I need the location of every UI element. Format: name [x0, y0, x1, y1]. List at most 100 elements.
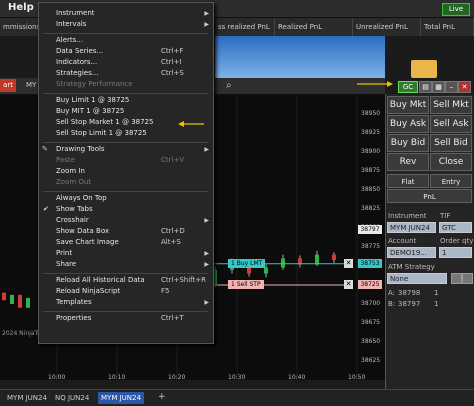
- price-tick-label: 38700: [361, 300, 381, 307]
- column-header[interactable]: Unrealized PnL: [353, 18, 421, 36]
- menu-item-share[interactable]: Share ▶: [39, 260, 213, 271]
- annotation-arrow-gc: [357, 81, 393, 87]
- menu-item-label: Data Series...: [56, 47, 104, 55]
- atm-list-icon[interactable]: [462, 273, 473, 284]
- entry-button[interactable]: Entry: [430, 174, 472, 188]
- pencil-icon: ✎: [42, 145, 48, 153]
- submenu-arrow-icon: ▶: [204, 250, 209, 257]
- menu-item-templates[interactable]: Templates ▶: [39, 298, 213, 309]
- menu-item-shortcut: Ctrl+V: [161, 156, 185, 164]
- chart-trader-icon[interactable]: ▤: [419, 81, 432, 93]
- buy-limit-order-label[interactable]: 1 Buy LMT: [228, 258, 266, 268]
- chart-tab-fragment[interactable]: art: [0, 79, 16, 92]
- menu-item-label: Share: [56, 260, 77, 268]
- menu-item-show-data-box[interactable]: Show Data Box Ctrl+D: [39, 227, 213, 238]
- menu-item-print[interactable]: Print ▶: [39, 249, 213, 260]
- rev-button[interactable]: Rev: [387, 153, 429, 171]
- menu-item-label: Reload NinjaScript: [56, 287, 121, 295]
- menu-item-shortcut: Ctrl+I: [161, 58, 182, 66]
- sell-ask-button[interactable]: Sell Ask: [430, 115, 472, 133]
- order-qty-stepper[interactable]: 1: [439, 247, 472, 258]
- chart-context-menu: Instrument ▶ Intervals ▶ Alerts... Data Serie…: [38, 2, 214, 344]
- price-tag: 38753: [358, 258, 382, 268]
- menu-item-reload-ninjascript[interactable]: Reload NinjaScript F5: [39, 287, 213, 298]
- menu-item-paste: Paste Ctrl+V: [39, 156, 213, 167]
- menu-item-shortcut: Ctrl+T: [161, 314, 184, 322]
- tif-select[interactable]: GTC: [439, 222, 472, 233]
- menu-item-strategies[interactable]: Strategies... Ctrl+S: [39, 69, 213, 80]
- menu-item-drawing-tools[interactable]: Drawing Tools ▶ ✎: [39, 145, 213, 156]
- price-tick-label: 38775: [361, 243, 381, 250]
- folder-icon: [411, 60, 437, 78]
- flat-button[interactable]: Flat: [387, 174, 429, 188]
- price-tick-label: 38875: [361, 167, 381, 174]
- menu-item-indicators[interactable]: Indicators... Ctrl+I: [39, 58, 213, 69]
- menu-item-shortcut: F5: [161, 287, 170, 295]
- instrument-selector[interactable]: MY: [26, 81, 36, 89]
- column-header[interactable]: Total PnL: [421, 18, 474, 36]
- menu-item-label: Properties: [56, 314, 92, 322]
- pnl-button[interactable]: PnL: [387, 189, 472, 203]
- menu-item-crosshair[interactable]: Crosshair ▶: [39, 216, 213, 227]
- menu-item-sell-stop-limit-1-38725[interactable]: Sell Stop Limit 1 @ 38725: [39, 129, 213, 140]
- quote-row-qty: 1: [434, 300, 439, 308]
- account-select[interactable]: DEMO19...: [387, 247, 436, 258]
- price-tick-label: 38650: [361, 338, 381, 345]
- order-qty-label: Order qty: [440, 237, 474, 245]
- menu-item-buy-mit-1-38725[interactable]: Buy MIT 1 @ 38725: [39, 107, 213, 118]
- sell-mkt-button[interactable]: Sell Mkt: [430, 96, 472, 114]
- menu-separator: [43, 93, 208, 94]
- buy-limit-order-cancel-icon[interactable]: ✕: [344, 258, 353, 268]
- price-tag: 38725: [358, 280, 382, 289]
- close-button[interactable]: Close: [430, 153, 472, 171]
- menu-item-label: Buy MIT 1 @ 38725: [56, 107, 125, 115]
- sell-bid-button[interactable]: Sell Bid: [430, 134, 472, 152]
- menu-item-strategy-performance: Strategy Performance: [39, 80, 213, 91]
- menu-item-label: Instrument: [56, 9, 95, 17]
- menu-item-save-chart-image[interactable]: Save Chart Image Alt+S: [39, 238, 213, 249]
- atm-settings-icon[interactable]: [451, 273, 462, 284]
- price-tick-label: 38925: [361, 129, 381, 136]
- grid-icon[interactable]: ▦: [432, 81, 445, 93]
- menu-item-zoom-in[interactable]: Zoom In: [39, 167, 213, 178]
- menu-item-properties[interactable]: Properties Ctrl+T: [39, 314, 213, 325]
- menu-item-always-on-top[interactable]: Always On Top: [39, 194, 213, 205]
- menu-item-show-tabs[interactable]: Show Tabs ✔: [39, 205, 213, 216]
- search-icon[interactable]: ⌕: [226, 80, 232, 91]
- tab-mym-jun24[interactable]: MYM JUN24: [98, 392, 144, 404]
- menu-item-alerts[interactable]: Alerts...: [39, 36, 213, 47]
- help-menu[interactable]: Help: [8, 2, 34, 13]
- tab-mym-jun24[interactable]: MYM JUN24: [4, 392, 50, 404]
- menu-item-instrument[interactable]: Instrument ▶: [39, 9, 213, 20]
- menu-item-label: Save Chart Image: [56, 238, 119, 246]
- menu-item-buy-limit-1-38725[interactable]: Buy Limit 1 @ 38725: [39, 96, 213, 107]
- menu-item-data-series[interactable]: Data Series... Ctrl+F: [39, 47, 213, 58]
- menu-item-label: Sell Stop Limit 1 @ 38725: [56, 129, 147, 137]
- add-tab-icon[interactable]: +: [158, 392, 166, 402]
- price-tick-label: 38675: [361, 319, 381, 326]
- instrument-field[interactable]: MYM JUN24: [387, 222, 436, 233]
- column-header[interactable]: ss realized PnL: [215, 18, 275, 36]
- buy-ask-button[interactable]: Buy Ask: [387, 115, 429, 133]
- sell-stop-order-cancel-icon[interactable]: ✕: [344, 280, 353, 289]
- tab-nq-jun24[interactable]: NQ JUN24: [52, 392, 92, 404]
- instrument-label: Instrument: [388, 212, 427, 220]
- menu-item-reload-all-historical-data[interactable]: Reload All Historical Data Ctrl+Shift+R: [39, 276, 213, 287]
- menu-item-label: Show Data Box: [56, 227, 110, 235]
- time-tick-label: 10:40: [288, 374, 306, 381]
- atm-strategy-select[interactable]: None: [387, 273, 447, 284]
- menu-item-intervals[interactable]: Intervals ▶: [39, 20, 213, 31]
- time-tick-label: 10:50: [348, 374, 366, 381]
- sell-stop-order-label[interactable]: 1 Sell STP: [228, 280, 264, 289]
- buy-bid-button[interactable]: Buy Bid: [387, 134, 429, 152]
- close-icon[interactable]: ✕: [458, 81, 471, 93]
- column-header[interactable]: Realized PnL: [275, 18, 353, 36]
- menu-separator: [43, 142, 208, 143]
- menu-separator: [43, 33, 208, 34]
- menu-item-label: Print: [56, 249, 73, 257]
- buy-mkt-button[interactable]: Buy Mkt: [387, 96, 429, 114]
- price-tick-label: 38625: [361, 357, 381, 364]
- minimize-icon[interactable]: –: [445, 81, 458, 93]
- gc-button[interactable]: GC: [398, 81, 418, 93]
- quote-row-price: 38797: [398, 300, 421, 308]
